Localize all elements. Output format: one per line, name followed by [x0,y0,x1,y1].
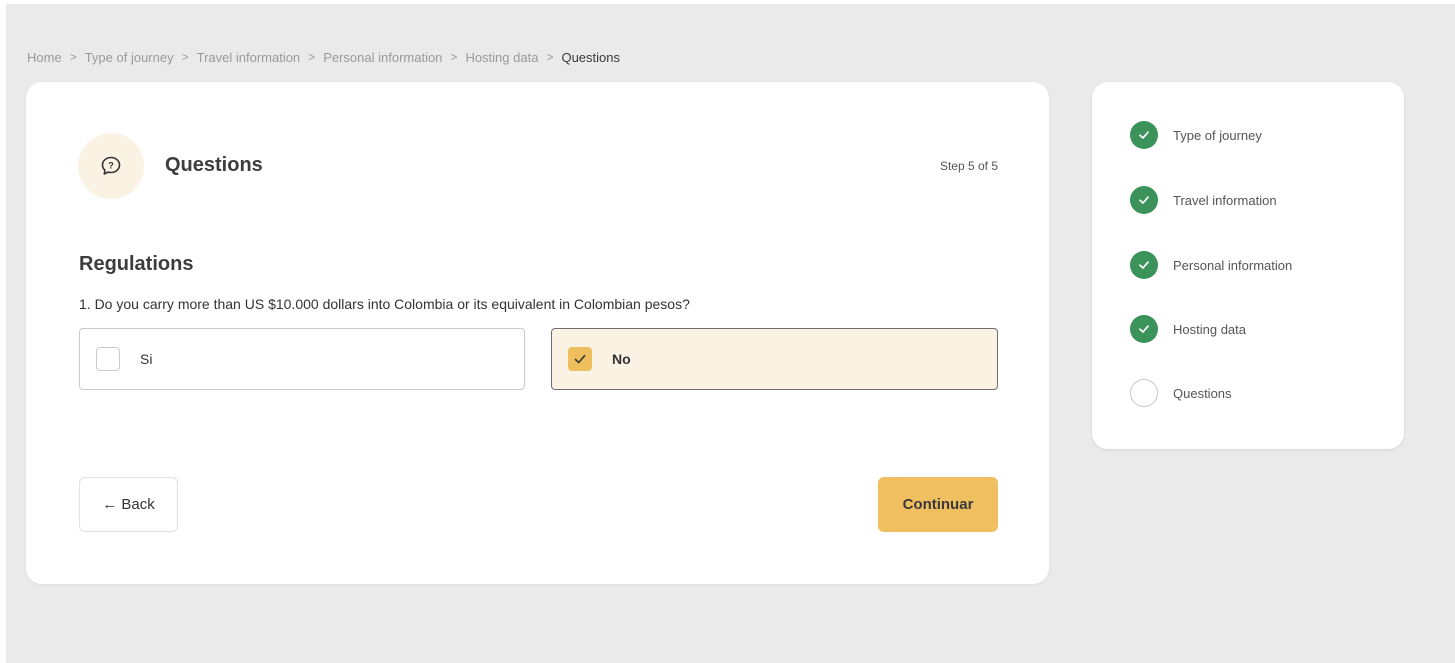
back-button[interactable]: ← Back [79,477,178,532]
step-hosting-data[interactable]: Hosting data [1130,315,1246,343]
step-label: Travel information [1173,192,1277,208]
step-complete-icon [1130,121,1158,149]
breadcrumb-type-of-journey[interactable]: Type of journey [85,50,174,65]
breadcrumb-separator: > [450,50,458,64]
step-personal-information[interactable]: Personal information [1130,251,1292,279]
step-type-of-journey[interactable]: Type of journey [1130,121,1262,149]
option-no-checkbox[interactable] [568,347,592,371]
breadcrumb-questions: Questions [561,49,620,65]
step-questions[interactable]: Questions [1130,379,1232,407]
breadcrumb-separator: > [69,50,77,64]
page-title: Questions [165,154,263,176]
step-label: Type of journey [1173,127,1262,143]
section-title: Regulations [79,253,194,275]
progress-steps-card: Type of journey Travel information Perso… [1092,82,1404,449]
option-si-label: Si [140,351,153,367]
header-icon-badge: ? [78,133,144,199]
step-label: Hosting data [1173,321,1246,337]
option-no[interactable]: No [551,328,998,390]
option-si-checkbox[interactable] [96,347,120,371]
breadcrumb-hosting-data[interactable]: Hosting data [465,50,538,65]
step-label: Questions [1173,385,1232,401]
breadcrumb-personal-information[interactable]: Personal information [323,50,442,65]
step-travel-information[interactable]: Travel information [1130,186,1277,214]
breadcrumb-separator: > [181,50,189,64]
step-pending-icon [1130,379,1158,407]
svg-text:?: ? [108,161,114,171]
step-complete-icon [1130,251,1158,279]
checkmark-icon [1139,196,1149,204]
step-complete-icon [1130,315,1158,343]
breadcrumb: Home > Type of journey > Travel informat… [27,48,620,66]
breadcrumb-travel-information[interactable]: Travel information [197,50,301,65]
step-complete-icon [1130,186,1158,214]
breadcrumb-separator: > [308,50,316,64]
question-bubble-icon: ? [101,156,121,175]
option-no-label: No [612,351,631,367]
continue-button[interactable]: Continuar [878,477,998,532]
breadcrumb-home[interactable]: Home [27,50,62,65]
questions-card: ? Questions Step 5 of 5 Regulations 1. D… [26,82,1049,584]
breadcrumb-separator: > [546,50,554,64]
checkmark-icon [1139,325,1149,333]
checkmark-icon [1139,131,1149,139]
checkmark-icon [1139,261,1149,269]
checkmark-icon [574,354,586,364]
step-label: Personal information [1173,257,1293,273]
option-si[interactable]: Si [79,328,525,390]
step-indicator: Step 5 of 5 [939,159,998,173]
question-text: 1. Do you carry more than US $10.000 dol… [79,296,690,312]
